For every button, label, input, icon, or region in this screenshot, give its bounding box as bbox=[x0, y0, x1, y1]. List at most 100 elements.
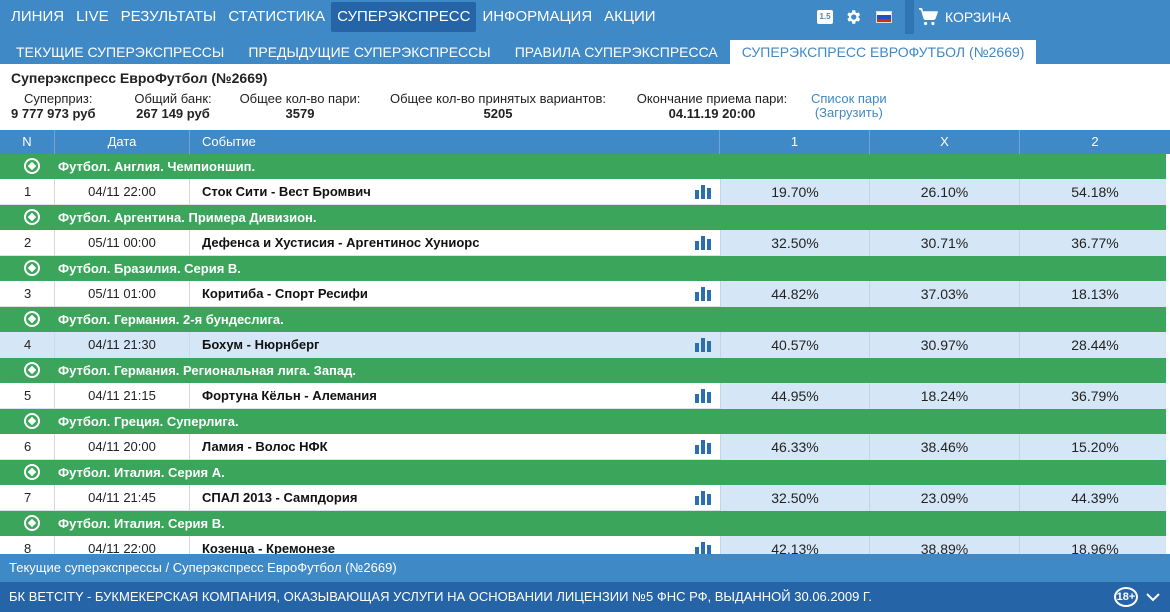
league-name: Футбол. Германия. 2-я бундеслига. bbox=[58, 312, 284, 327]
superprize-label: Суперприз: bbox=[24, 91, 93, 106]
end-value: 04.11.19 20:00 bbox=[668, 106, 756, 121]
match-date: 04/11 21:45 bbox=[55, 485, 190, 511]
outcome-x-percent: 37.03% bbox=[870, 281, 1020, 307]
match-row[interactable]: 8 04/11 22:00 Козенца - Кремонезе 42.13%… bbox=[0, 536, 1170, 554]
match-number: 7 bbox=[0, 485, 55, 511]
football-icon bbox=[24, 464, 40, 480]
outcome-2-percent: 36.79% bbox=[1020, 383, 1170, 409]
match-date: 05/11 01:00 bbox=[55, 281, 190, 307]
league-name: Футбол. Аргентина. Примера Дивизион. bbox=[58, 210, 317, 225]
stats-bars-icon[interactable] bbox=[695, 542, 715, 554]
outcome-x-percent: 30.97% bbox=[870, 332, 1020, 358]
match-date: 04/11 22:00 bbox=[55, 536, 190, 554]
tab-superexpress-rules[interactable]: ПРАВИЛА СУПЕРЭКСПРЕССА bbox=[503, 40, 730, 64]
match-event: Козенца - Кремонезе bbox=[202, 541, 335, 554]
cart-button[interactable]: КОРЗИНА bbox=[918, 0, 1011, 34]
nav-item-promotions[interactable]: АКЦИИ bbox=[598, 2, 661, 32]
column-header-event: Событие bbox=[190, 130, 720, 154]
league-name: Футбол. Италия. Серия B. bbox=[58, 516, 225, 531]
outcome-x-percent: 38.89% bbox=[870, 536, 1020, 554]
match-number: 3 bbox=[0, 281, 55, 307]
stats-bars-icon[interactable] bbox=[695, 389, 715, 403]
table-scrollbar[interactable] bbox=[1166, 154, 1170, 554]
stats-bars-icon[interactable] bbox=[695, 338, 715, 352]
tab-current-superexpress[interactable]: ТЕКУЩИЕ СУПЕРЭКСПРЕССЫ bbox=[4, 40, 236, 64]
match-date: 04/11 21:15 bbox=[55, 383, 190, 409]
match-row[interactable]: 7 04/11 21:45 СПАЛ 2013 - Сампдория 32.5… bbox=[0, 485, 1170, 511]
outcome-2-percent: 54.18% bbox=[1020, 179, 1170, 205]
match-number: 2 bbox=[0, 230, 55, 256]
nav-item-superexpress[interactable]: СУПЕРЭКСПРЕСС bbox=[331, 2, 477, 32]
nav-item-statistics[interactable]: СТАТИСТИКА bbox=[222, 2, 331, 32]
variants-value: 5205 bbox=[483, 106, 513, 121]
end-label: Окончание приема пари: bbox=[636, 91, 788, 106]
league-row: Футбол. Германия. Региональная лига. Зап… bbox=[0, 358, 1170, 383]
cart-icon bbox=[918, 0, 938, 34]
matches-table: Футбол. Англия. Чемпионшип. 1 04/11 22:0… bbox=[0, 154, 1170, 554]
superprize-value: 9 777 973 руб bbox=[11, 106, 96, 121]
outcome-1-percent: 32.50% bbox=[720, 485, 870, 511]
language-button[interactable] bbox=[870, 0, 898, 34]
stats-bars-icon[interactable] bbox=[695, 287, 715, 301]
bets-stat: Общее кол-во пари: 3579 bbox=[234, 91, 366, 122]
chevron-down-icon[interactable] bbox=[1143, 587, 1163, 607]
stats-bars-icon[interactable] bbox=[695, 236, 715, 250]
match-number: 6 bbox=[0, 434, 55, 460]
outcome-2-percent: 44.39% bbox=[1020, 485, 1170, 511]
top-nav: ЛИНИЯ LIVE РЕЗУЛЬТАТЫ СТАТИСТИКА СУПЕРЭК… bbox=[0, 0, 1170, 34]
match-row[interactable]: 4 04/11 21:30 Бохум - Нюрнберг 40.57% 30… bbox=[0, 332, 1170, 358]
match-event: Ламия - Волос НФК bbox=[202, 439, 328, 454]
bank-value: 267 149 руб bbox=[136, 106, 210, 121]
outcome-2-percent: 36.77% bbox=[1020, 230, 1170, 256]
league-name: Футбол. Англия. Чемпионшип. bbox=[58, 159, 256, 174]
nav-item-live[interactable]: LIVE bbox=[70, 2, 115, 32]
stats-bars-icon[interactable] bbox=[695, 185, 715, 199]
match-row[interactable]: 5 04/11 21:15 Фортуна Кёльн - Алемания 4… bbox=[0, 383, 1170, 409]
pari-load-label[interactable]: (Загрузить) bbox=[811, 106, 887, 120]
nav-item-information[interactable]: ИНФОРМАЦИЯ bbox=[476, 2, 598, 32]
match-row[interactable]: 1 04/11 22:00 Сток Сити - Вест Бромвич 1… bbox=[0, 179, 1170, 205]
match-event: Коритиба - Спорт Ресифи bbox=[202, 286, 368, 301]
match-event: Фортуна Кёльн - Алемания bbox=[202, 388, 377, 403]
match-row[interactable]: 3 05/11 01:00 Коритиба - Спорт Ресифи 44… bbox=[0, 281, 1170, 307]
football-icon bbox=[24, 311, 40, 327]
match-number: 4 bbox=[0, 332, 55, 358]
league-row: Футбол. Греция. Суперлига. bbox=[0, 409, 1170, 434]
tab-eurofootball-superexpress[interactable]: СУПЕРЭКСПРЕСС ЕВРОФУТБОЛ (№2669) bbox=[729, 40, 1037, 64]
breadcrumb[interactable]: Текущие суперэкспрессы / Суперэкспресс Е… bbox=[0, 554, 1170, 582]
match-event: СПАЛ 2013 - Сампдория bbox=[202, 490, 358, 505]
outcome-1-percent: 32.50% bbox=[720, 230, 870, 256]
football-icon bbox=[24, 362, 40, 378]
column-header-2: 2 bbox=[1091, 134, 1099, 149]
outcome-x-percent: 38.46% bbox=[870, 434, 1020, 460]
match-row[interactable]: 2 05/11 00:00 Дефенса и Хустисия - Арген… bbox=[0, 230, 1170, 256]
settings-button[interactable] bbox=[842, 0, 870, 34]
match-event: Дефенса и Хустисия - Аргентинос Хуниорс bbox=[202, 235, 480, 250]
column-header-1: 1 bbox=[720, 130, 870, 154]
match-date: 04/11 21:30 bbox=[55, 332, 190, 358]
match-row[interactable]: 6 04/11 20:00 Ламия - Волос НФК 46.33% 3… bbox=[0, 434, 1170, 460]
football-icon bbox=[24, 413, 40, 429]
outcome-2-percent: 15.20% bbox=[1020, 434, 1170, 460]
stats-bars-icon[interactable] bbox=[695, 491, 715, 505]
nav-item-results[interactable]: РЕЗУЛЬТАТЫ bbox=[115, 2, 223, 32]
league-row: Футбол. Германия. 2-я бундеслига. bbox=[0, 307, 1170, 332]
end-stat: Окончание приема пари: 04.11.19 20:00 bbox=[630, 91, 794, 122]
league-name: Футбол. Италия. Серия А. bbox=[58, 465, 225, 480]
tab-previous-superexpress[interactable]: ПРЕДЫДУЩИЕ СУПЕРЭКСПРЕССЫ bbox=[236, 40, 502, 64]
nav-item-line[interactable]: ЛИНИЯ bbox=[5, 2, 70, 32]
odds-format-button[interactable]: 1.5 bbox=[812, 0, 842, 34]
outcome-x-percent: 30.71% bbox=[870, 230, 1020, 256]
pari-list-label[interactable]: Список пари bbox=[811, 92, 887, 106]
outcome-2-percent: 18.96% bbox=[1020, 536, 1170, 554]
bets-label: Общее кол-во пари: bbox=[239, 91, 361, 106]
nav-divider bbox=[905, 0, 914, 34]
variants-label: Общее кол-во принятых вариантов: bbox=[389, 91, 607, 106]
league-row: Футбол. Бразилия. Серия B. bbox=[0, 256, 1170, 281]
column-header-x: X bbox=[870, 130, 1020, 154]
outcome-x-percent: 18.24% bbox=[870, 383, 1020, 409]
stats-bars-icon[interactable] bbox=[695, 440, 715, 454]
pari-list-link[interactable]: Список пари (Загрузить) bbox=[811, 92, 887, 120]
match-number: 5 bbox=[0, 383, 55, 409]
outcome-x-percent: 26.10% bbox=[870, 179, 1020, 205]
